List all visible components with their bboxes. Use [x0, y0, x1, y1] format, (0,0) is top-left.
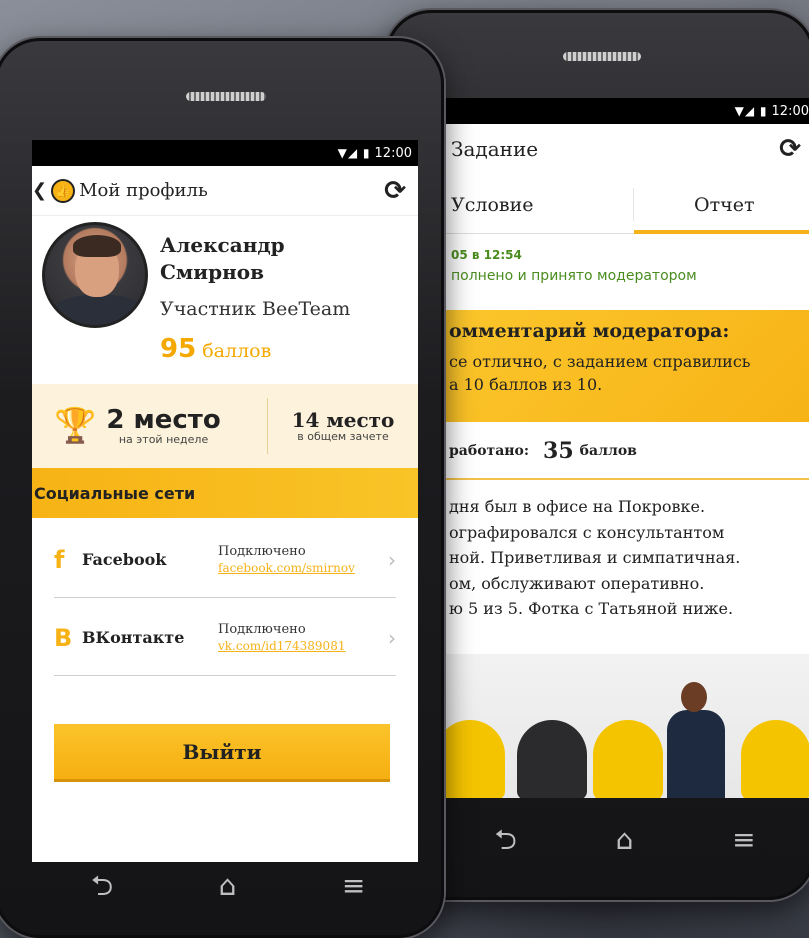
nav-bar: ⮌ ⌂ ≡: [445, 810, 805, 870]
home-nav-icon[interactable]: ⌂: [616, 826, 634, 854]
report-line: ю 5 из 5. Фотка с Татьяной ниже.: [449, 599, 734, 619]
social-info: Подключено vk.com/id174389081: [218, 622, 388, 653]
chevron-right-icon: ›: [388, 547, 396, 572]
social-item-facebook[interactable]: f Facebook Подключено facebook.com/smirn…: [54, 522, 396, 598]
phone-task: ▼◢ ▮ 12:00 Задание ⟳ Условие Отчет 05 в …: [385, 10, 809, 900]
moderator-comment: омментарий модератора: се отлично, с зад…: [445, 310, 809, 422]
trophy-icon: 🏆: [54, 406, 97, 446]
report-text: дня был в офисе на Покровке. ографировал…: [449, 494, 809, 622]
rank-total-place: 14 место: [291, 407, 395, 432]
rank-week: 🏆 2 место на этой неделе: [32, 398, 268, 454]
page-title: Мой профиль: [79, 180, 208, 201]
profile-header: ❮ 👍 Мой профиль ⟳: [32, 166, 418, 216]
tab-condition[interactable]: Условие: [445, 188, 634, 221]
chair-yellow: [741, 720, 809, 798]
rank-week-place: 2 место: [106, 404, 221, 435]
report-line: ной. Приветливая и симпатичная.: [449, 548, 741, 568]
chevron-right-icon: ›: [388, 625, 396, 650]
rank-week-caption: на этой неделе: [118, 432, 209, 446]
back-nav-icon[interactable]: ⮌: [494, 826, 516, 854]
speaker-grill: [186, 92, 266, 101]
facebook-icon: f: [54, 545, 65, 574]
status-bar: ▼◢ ▮ 12:00: [32, 140, 418, 166]
user-points: 95 баллов: [160, 334, 271, 364]
moderator-text-line: се отлично, с заданием справились: [449, 352, 751, 371]
moderator-text-line: а 10 баллов из 10.: [449, 375, 603, 395]
rank-total: 14 место в общем зачете: [268, 410, 418, 443]
social-status: Подключено: [218, 544, 306, 559]
points-unit: баллов: [202, 340, 272, 362]
report-line: ографировался с консультантом: [449, 522, 725, 542]
tab-label: Условие: [451, 193, 534, 216]
signal-battery-icon: ▼◢ ▮: [734, 104, 768, 118]
person-figure: [667, 710, 725, 798]
report-line: ом, обслуживают оперативно.: [449, 573, 705, 593]
task-tabs: Условие Отчет: [445, 176, 809, 234]
report-line: дня был в офисе на Покровке.: [449, 497, 706, 516]
points-value: 95: [160, 334, 197, 364]
vkontakte-icon: В: [54, 623, 73, 652]
profile-screen: ▼◢ ▮ 12:00 ❮ 👍 Мой профиль ⟳ Александр С…: [32, 140, 418, 862]
refresh-icon[interactable]: ⟳: [779, 134, 801, 164]
social-name: ВКонтакте: [82, 628, 185, 647]
social-status: Подключено: [218, 622, 306, 637]
menu-nav-icon[interactable]: ≡: [342, 872, 365, 900]
user-role: Участник BeeTeam: [160, 298, 351, 320]
task-screen: ▼◢ ▮ 12:00 Задание ⟳ Условие Отчет 05 в …: [445, 98, 809, 798]
avatar-suit: [51, 295, 145, 325]
social-section-title: Социальные сети: [32, 468, 418, 518]
social-info: Подключено facebook.com/smirnov: [218, 544, 388, 575]
social-name: Facebook: [82, 550, 167, 569]
status-time: 12:00: [771, 103, 809, 119]
status-time: 12:00: [374, 145, 412, 161]
social-item-vkontakte[interactable]: В ВКонтакте Подключено vk.com/id17438908…: [54, 600, 396, 676]
chair-black: [517, 720, 587, 798]
earned-unit: баллов: [579, 443, 637, 459]
back-button[interactable]: ❮ 👍 Мой профиль: [32, 178, 208, 203]
nav-bar: ⮌ ⌂ ≡: [38, 856, 418, 916]
rank-box: 🏆 2 место на этой неделе 14 место в обще…: [32, 384, 418, 468]
page-title: Задание: [451, 137, 539, 161]
social-link[interactable]: facebook.com/smirnov: [218, 561, 388, 575]
status-bar: ▼◢ ▮ 12:00: [445, 98, 809, 124]
tab-report[interactable]: Отчет: [633, 176, 809, 234]
report-photo[interactable]: [445, 654, 809, 798]
user-first-name: Александр: [160, 233, 285, 257]
tab-label: Отчет: [694, 193, 755, 216]
home-nav-icon[interactable]: ⌂: [219, 872, 237, 900]
signal-battery-icon: ▼◢ ▮: [337, 146, 371, 160]
person-head: [681, 682, 707, 712]
avatar: [42, 222, 148, 328]
logout-button[interactable]: Выйти: [54, 724, 390, 782]
earned-value: 35: [543, 438, 574, 464]
moderator-text: се отлично, с заданием справились а 10 б…: [449, 350, 809, 396]
user-name: Александр Смирнов: [160, 232, 285, 286]
rank-total-caption: в общем зачете: [297, 429, 389, 443]
user-last-name: Смирнов: [160, 260, 264, 284]
refresh-icon[interactable]: ⟳: [384, 176, 406, 206]
phone-profile: ▼◢ ▮ 12:00 ❮ 👍 Мой профиль ⟳ Александр С…: [0, 38, 444, 938]
earned-label: работано:: [449, 443, 530, 459]
moderator-title: омментарий модератора:: [449, 320, 730, 342]
chair-yellow: [593, 720, 663, 798]
menu-nav-icon[interactable]: ≡: [732, 826, 755, 854]
task-date: 05 в 12:54: [451, 248, 522, 262]
speaker-grill: [563, 52, 641, 61]
thumbs-up-logo-icon: 👍: [51, 178, 76, 203]
back-nav-icon[interactable]: ⮌: [91, 872, 113, 900]
earned-points: работано: 35 баллов: [445, 424, 809, 480]
task-header: Задание ⟳: [445, 124, 809, 174]
chair-yellow: [445, 720, 505, 798]
avatar-hair: [73, 235, 121, 257]
chevron-left-icon: ❮: [32, 180, 48, 201]
task-meta: 05 в 12:54 полнено и принято модератором: [451, 248, 697, 284]
social-link[interactable]: vk.com/id174389081: [218, 639, 388, 653]
task-status: полнено и принято модератором: [451, 268, 697, 284]
